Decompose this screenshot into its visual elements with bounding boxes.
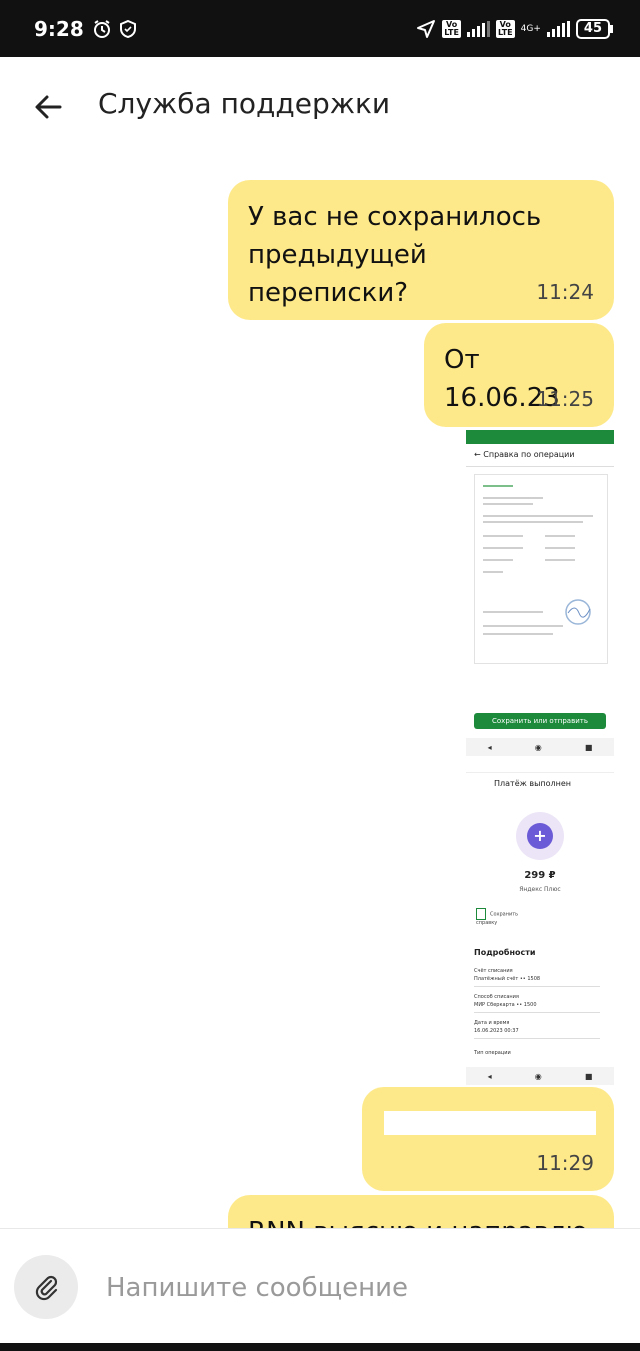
- message-input[interactable]: [104, 1265, 608, 1311]
- message-bubble-outgoing[interactable]: От 16.06.23 11:25: [424, 323, 614, 427]
- payment-title: Платёж выполнен: [494, 779, 572, 788]
- redacted-text: [384, 1111, 596, 1135]
- message-time: 11:25: [536, 387, 594, 411]
- network-type: 4G+: [520, 23, 541, 34]
- receipt-screenshot: ← Справка по операции Сохранить или отпр…: [466, 430, 614, 756]
- receipt-document: [474, 474, 608, 664]
- payment-merchant: Яндекс Плюс: [519, 886, 561, 893]
- save-receipt-link: Сохранить справку: [476, 908, 526, 930]
- app-header: Служба поддержки: [0, 57, 640, 157]
- shield-icon: [119, 19, 136, 38]
- arrow-left-icon: [35, 95, 62, 119]
- message-time: 11:24: [536, 280, 594, 304]
- message-bubble-outgoing[interactable]: У вас не сохранилось предыдущей переписк…: [228, 180, 614, 320]
- battery-indicator: 45: [575, 18, 614, 39]
- message-composer: [0, 1228, 640, 1344]
- location-arrow-icon: [417, 19, 436, 38]
- status-time: 9:28: [34, 16, 84, 41]
- system-nav-bar: [0, 1343, 640, 1351]
- stamp-icon: [565, 599, 591, 625]
- attach-button[interactable]: [14, 1255, 78, 1319]
- signal-icon-1: [466, 20, 490, 37]
- android-nav-bar: ◂ ◉ ■: [466, 738, 614, 756]
- android-nav-bar: ◂ ◉ ■: [466, 1067, 614, 1085]
- page-title: Служба поддержки: [98, 87, 391, 120]
- image-attachment[interactable]: ← Справка по операции Сохранить или отпр…: [466, 430, 614, 1085]
- back-button[interactable]: [30, 89, 66, 125]
- alarm-icon: [93, 19, 110, 38]
- payment-amount: 299 ₽: [524, 870, 556, 881]
- status-bar: 9:28 Vo LTE Vo LTE 4G+ 45: [0, 0, 640, 57]
- receipt-header: ← Справка по операции: [466, 444, 614, 467]
- signal-icon-2: [546, 20, 570, 37]
- save-or-send-button: Сохранить или отправить: [474, 713, 606, 729]
- message-bubble-outgoing[interactable]: 11:29: [362, 1087, 614, 1191]
- details-title: Подробности: [474, 948, 536, 957]
- payment-screenshot: Платёж выполнен + 299 ₽ Яндекс Плюс Сохр…: [466, 760, 614, 1085]
- yandex-plus-icon: +: [516, 812, 564, 860]
- message-time: 11:29: [536, 1151, 594, 1175]
- paperclip-icon: [35, 1275, 58, 1301]
- volte-badge-2: Vo LTE: [495, 19, 515, 38]
- volte-badge-1: Vo LTE: [442, 19, 461, 38]
